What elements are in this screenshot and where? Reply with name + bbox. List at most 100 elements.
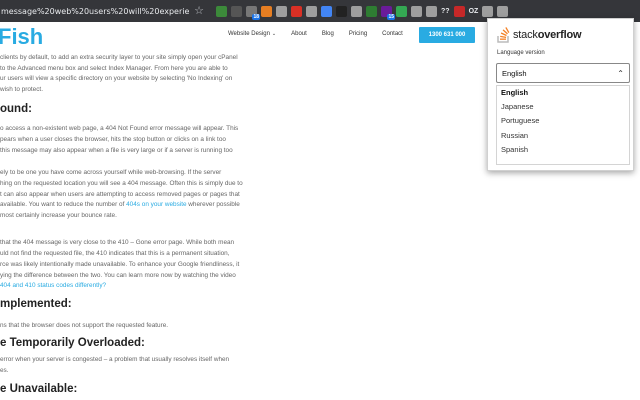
language-select[interactable]: English ⌃	[496, 63, 630, 83]
paragraph-line: that the 404 message is very close to th…	[0, 238, 234, 249]
extension-text[interactable]: OZ	[469, 6, 479, 17]
section-heading: e Unavailable:	[0, 383, 77, 395]
language-option-russian[interactable]: Russian	[497, 129, 629, 143]
brand-prefix: stack	[513, 29, 538, 41]
line-text: uld not find the requested file, the 410…	[0, 250, 230, 257]
line-text: available. You want to reduce the number…	[0, 201, 127, 208]
extension-green-icon[interactable]	[366, 5, 377, 17]
nav-item-blog[interactable]: Blog	[322, 31, 334, 37]
line-text: ur users will view a specific directory …	[0, 75, 233, 82]
line-text: e Temporarily Overloaded:	[0, 337, 145, 349]
line-text: rce was likely intentionally made unavai…	[0, 261, 240, 268]
extension-icon[interactable]	[482, 5, 494, 17]
extension-text[interactable]: ??	[441, 6, 450, 17]
extension-icon[interactable]	[276, 5, 287, 17]
line-text: mplemented:	[0, 298, 72, 310]
extension-green-icon[interactable]	[216, 5, 227, 17]
line-text: this message may also appear when a file…	[0, 147, 233, 154]
stackoverflow-icon	[497, 27, 510, 43]
language-option-english[interactable]: English	[497, 86, 629, 100]
paragraph-line: wish to protect.	[0, 85, 43, 96]
stackoverflow-logo: stackoverflow	[497, 27, 582, 43]
paragraph-line: ely to be one you have come across yours…	[0, 168, 221, 179]
paragraph-line: 404 and 410 status codes differently?	[0, 281, 106, 292]
extension-orange-icon[interactable]	[261, 5, 272, 17]
inline-link[interactable]: 404 and 410 status codes differently?	[0, 282, 106, 289]
paragraph-line: this message may also appear when a file…	[0, 146, 233, 157]
extension-blue-icon[interactable]	[321, 5, 332, 17]
section-heading: mplemented:	[0, 298, 72, 310]
extension-red-icon[interactable]	[291, 5, 302, 17]
language-option-japanese[interactable]: Japanese	[497, 100, 629, 114]
line-text: to the Advanced menu box and select Inde…	[0, 65, 228, 72]
nav-item-website-design[interactable]: Website Design ⌄	[228, 31, 276, 37]
extension-dark-icon[interactable]	[336, 5, 347, 17]
paragraph-line: clients by default, to add an extra secu…	[0, 53, 238, 64]
line-text: e Unavailable:	[0, 383, 78, 395]
line-text: wherever possible	[186, 201, 240, 208]
line-text: ound:	[0, 103, 32, 115]
paragraph-line: error when your server is congested – a …	[0, 355, 229, 366]
nav-label: About	[291, 31, 307, 37]
line-text: ns that the browser does not support the…	[0, 322, 169, 329]
brand-suffix: overflow	[537, 29, 582, 41]
paragraph-line: uld not find the requested file, the 410…	[0, 249, 230, 260]
paragraph-line: hing on the requested location you will …	[0, 179, 243, 190]
nav-item-contact[interactable]: Contact	[382, 31, 403, 37]
extension-purple-icon[interactable]: 15	[381, 5, 395, 20]
brand-name: stackoverflow	[513, 29, 582, 41]
line-text: t can also appear when users are attempt…	[0, 191, 240, 198]
section-heading: ound:	[0, 103, 32, 115]
nav-label: Blog	[321, 31, 334, 37]
line-text: most certainly increase your bounce rate…	[0, 212, 117, 219]
extensions-bar: 18 15?? OZ	[216, 5, 509, 20]
language-option-spanish[interactable]: Spanish	[497, 143, 629, 157]
phone-button[interactable]: 1300 631 000	[419, 27, 475, 43]
selected-language: English	[502, 69, 527, 78]
line-text: clients by default, to add an extra secu…	[0, 54, 238, 61]
language-option-portuguese[interactable]: Portuguese	[497, 114, 629, 128]
paragraph-line: ur users will view a specific directory …	[0, 74, 232, 85]
line-text: es.	[0, 367, 9, 374]
paragraph-line: ns that the browser does not support the…	[0, 321, 168, 332]
chevron-down-icon: ⌄	[271, 31, 277, 37]
nav-label: Website Design	[228, 31, 270, 37]
paragraph-line: pears when a user closes the browser, hi…	[0, 135, 226, 146]
language-options-list: English Japanese Portuguese Russian Spanish	[496, 85, 630, 165]
extension-icon[interactable]	[306, 5, 317, 17]
line-text: ying the difference between the two. You…	[0, 272, 236, 279]
line-text: hing on the requested location you will …	[0, 180, 243, 187]
bookmark-star-icon[interactable]: ☆	[192, 4, 206, 18]
extension-icon[interactable]	[426, 5, 437, 17]
paragraph-line: available. You want to reduce the number…	[0, 200, 240, 211]
section-heading: e Temporarily Overloaded:	[0, 337, 145, 349]
nav-label: Pricing	[348, 31, 368, 37]
paragraph-line: o access a non-existent web page, a 404 …	[0, 124, 238, 135]
extension-icon[interactable]	[497, 5, 509, 17]
extension-red-icon[interactable]	[453, 5, 465, 17]
extension-icon[interactable]	[411, 5, 422, 17]
extension-green-icon[interactable]	[396, 5, 407, 17]
language-label: Language version	[497, 50, 545, 56]
line-text: pears when a user closes the browser, hi…	[0, 136, 226, 143]
inline-link[interactable]: 404s on your website	[126, 201, 186, 208]
line-text: ely to be one you have come across yours…	[0, 169, 222, 176]
nav-item-pricing[interactable]: Pricing	[349, 31, 367, 37]
extension-icon[interactable]	[351, 5, 362, 17]
extension-gray-icon[interactable]: 18	[246, 5, 260, 20]
paragraph-line: es.	[0, 366, 9, 377]
address-bar[interactable]: message%20web%20users%20will%20experienc…	[0, 7, 190, 16]
paragraph-line: rce was likely intentionally made unavai…	[0, 260, 239, 271]
line-text: error when your server is congested – a …	[0, 356, 230, 363]
nav-item-about[interactable]: About	[291, 31, 307, 37]
line-text: that the 404 message is very close to th…	[0, 239, 235, 246]
extension-badge: 18	[252, 13, 260, 20]
nav-label: Contact	[382, 31, 403, 37]
paragraph-line: most certainly increase your bounce rate…	[0, 211, 117, 222]
line-text: wish to protect.	[0, 86, 43, 93]
site-logo[interactable]: Fish	[0, 24, 43, 50]
site-nav: Website Design ⌄ About Blog Pricing Contact	[228, 31, 418, 37]
extension-popup: stackoverflow Language version English ⌃…	[487, 18, 634, 171]
extension-dark-icon[interactable]	[231, 5, 242, 17]
line-text: o access a non-existent web page, a 404 …	[0, 125, 239, 132]
